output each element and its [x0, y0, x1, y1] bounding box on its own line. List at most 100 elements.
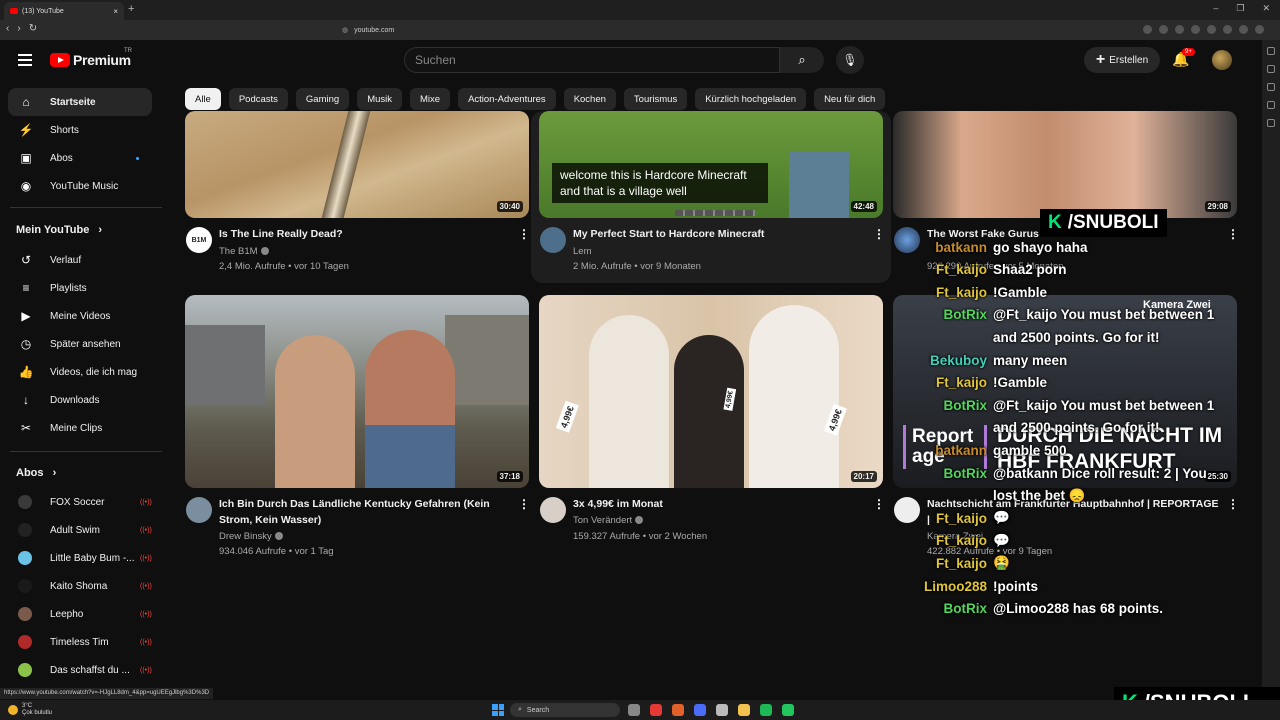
- channel-avatar[interactable]: [186, 497, 212, 523]
- more-options-icon[interactable]: ⋮: [518, 497, 530, 511]
- video-title[interactable]: My Perfect Start to Hardcore Minecraft: [573, 226, 863, 242]
- extension-icon[interactable]: [1239, 25, 1248, 34]
- maximize-button[interactable]: ❐: [1236, 3, 1244, 14]
- youtube-premium-logo[interactable]: Premium TR: [50, 48, 132, 68]
- taskbar-app-icon[interactable]: [628, 704, 640, 716]
- sidebar-item-playlists[interactable]: ≡ Playlists: [8, 274, 152, 302]
- back-button[interactable]: ‹: [6, 23, 9, 34]
- minimize-button[interactable]: –: [1213, 3, 1218, 14]
- extension-icon[interactable]: [1223, 25, 1232, 34]
- taskbar-app-icon[interactable]: [738, 704, 750, 716]
- taskbar-app-icon[interactable]: [694, 704, 706, 716]
- sidebar-item-my-videos[interactable]: ▶ Meine Videos: [8, 302, 152, 330]
- sidebar-item-music[interactable]: ◉ YouTube Music: [8, 172, 152, 200]
- sidebar-subscription-item[interactable]: FOX Soccer ((•)): [8, 488, 152, 516]
- sidebar-subscription-item[interactable]: Little Baby Bum -... ((•)): [8, 544, 152, 572]
- video-thumbnail[interactable]: 30:40: [185, 111, 529, 218]
- reload-button[interactable]: ↻: [29, 23, 37, 34]
- taskbar-search[interactable]: ⌕ Search: [510, 703, 620, 717]
- side-panel-icon[interactable]: [1267, 101, 1275, 109]
- video-thumbnail[interactable]: 4,99€ 4,99€ 4,99€ 20:17: [539, 295, 883, 488]
- sidebar-item-home[interactable]: ⌂ Startseite: [8, 88, 152, 116]
- channel-avatar[interactable]: [540, 227, 566, 253]
- video-thumbnail[interactable]: 29:08: [893, 111, 1237, 218]
- tab-close-icon[interactable]: ×: [113, 7, 118, 16]
- more-options-icon[interactable]: ⋮: [873, 227, 885, 241]
- channel-avatar[interactable]: [540, 497, 566, 523]
- filter-chip[interactable]: Musik: [357, 88, 402, 110]
- more-options-icon[interactable]: ⋮: [1227, 497, 1239, 511]
- extension-icon[interactable]: [1255, 25, 1264, 34]
- more-options-icon[interactable]: ⋮: [873, 497, 885, 511]
- forward-button[interactable]: ›: [17, 23, 20, 34]
- sidebar-item-clips[interactable]: ✂ Meine Clips: [8, 414, 152, 442]
- taskbar-app-icon[interactable]: [760, 704, 772, 716]
- extension-icon[interactable]: [1207, 25, 1216, 34]
- sidebar-item-subscriptions[interactable]: ▣ Abos: [8, 144, 152, 172]
- new-tab-button[interactable]: +: [128, 3, 134, 15]
- close-window-button[interactable]: ✕: [1262, 3, 1270, 14]
- sidebar-subscription-item[interactable]: Timeless Tim ((•)): [8, 628, 152, 656]
- more-options-icon[interactable]: ⋮: [518, 227, 530, 241]
- filter-chip[interactable]: Alle: [185, 88, 221, 110]
- filter-chip[interactable]: Kürzlich hochgeladen: [695, 88, 807, 110]
- taskbar-app-icon[interactable]: [672, 704, 684, 716]
- filter-chip[interactable]: Tourismus: [623, 88, 688, 110]
- side-panel-icon[interactable]: [1267, 119, 1275, 127]
- subscriptions-section-heading[interactable]: Abos ›: [16, 467, 56, 479]
- video-thumbnail[interactable]: 37:18: [185, 295, 529, 488]
- extension-icon[interactable]: [1159, 25, 1168, 34]
- taskbar-app-icon[interactable]: [650, 704, 662, 716]
- chat-username: Ft_kaijo: [935, 555, 987, 571]
- subscriptions-icon: ▣: [20, 151, 32, 165]
- video-title[interactable]: 3x 4,99€ im Monat: [573, 496, 863, 512]
- channel-name[interactable]: Lem: [573, 246, 591, 257]
- filter-chip[interactable]: Kochen: [563, 88, 616, 110]
- filter-chip[interactable]: Gaming: [295, 88, 350, 110]
- sidebar-item-shorts[interactable]: ⚡ Shorts: [8, 116, 152, 144]
- search-input[interactable]: Suchen: [404, 47, 780, 73]
- browser-tab[interactable]: (13) YouTube ×: [4, 2, 124, 20]
- extension-icon[interactable]: [1175, 25, 1184, 34]
- sidebar-item-liked-videos[interactable]: 👍 Videos, die ich mag: [8, 358, 152, 386]
- filter-chip[interactable]: Podcasts: [228, 88, 288, 110]
- you-section-heading[interactable]: Mein YouTube ›: [16, 224, 102, 236]
- extension-icon[interactable]: [1191, 25, 1200, 34]
- sidebar-subscription-item[interactable]: Das schaffst du ... ((•)): [8, 656, 152, 684]
- windows-taskbar: 3°C Çok bulutlu ⌕ Search: [0, 700, 1280, 720]
- video-title[interactable]: Ich Bin Durch Das Ländliche Kentucky Gef…: [219, 496, 515, 528]
- site-info-icon[interactable]: ◍: [342, 26, 348, 34]
- video-title[interactable]: Is The Line Really Dead?: [219, 226, 509, 242]
- menu-icon[interactable]: [18, 54, 32, 66]
- side-panel-icon[interactable]: [1267, 83, 1275, 91]
- filter-chip[interactable]: Mixe: [410, 88, 451, 110]
- filter-chip[interactable]: Neu für dich: [814, 88, 886, 110]
- channel-name[interactable]: The B1M: [219, 246, 269, 257]
- voice-search-button[interactable]: 🎙: [836, 46, 864, 74]
- sidebar-item-history[interactable]: ↺ Verlauf: [8, 246, 152, 274]
- you-heading-label: Mein YouTube: [16, 224, 90, 236]
- account-avatar[interactable]: [1212, 50, 1232, 70]
- verified-icon: [274, 532, 283, 541]
- sidebar: ⌂ Startseite ⚡ Shorts ▣ Abos ◉ YouTube M…: [0, 80, 168, 690]
- taskbar-app-icon[interactable]: [716, 704, 728, 716]
- create-button[interactable]: + Erstellen: [1084, 47, 1160, 73]
- sidebar-item-watch-later[interactable]: ◷ Später ansehen: [8, 330, 152, 358]
- sidebar-subscription-item[interactable]: Kaito Shoma ((•)): [8, 572, 152, 600]
- sidebar-subscription-item[interactable]: Leepho ((•)): [8, 600, 152, 628]
- filter-chip[interactable]: Action-Adventures: [458, 88, 556, 110]
- extension-icon[interactable]: [1143, 25, 1152, 34]
- sidebar-item-downloads[interactable]: ↓ Downloads: [8, 386, 152, 414]
- more-options-icon[interactable]: ⋮: [1227, 227, 1239, 241]
- weather-widget[interactable]: 3°C Çok bulutlu: [8, 703, 52, 717]
- channel-name[interactable]: Ton Verändert: [573, 515, 644, 526]
- url-field[interactable]: ◍ youtube.com: [330, 22, 880, 38]
- side-panel-icon[interactable]: [1267, 47, 1275, 55]
- windows-start-icon[interactable]: [492, 704, 504, 716]
- sidebar-subscription-item[interactable]: Adult Swim ((•)): [8, 516, 152, 544]
- side-panel-icon[interactable]: [1267, 65, 1275, 73]
- taskbar-app-icon[interactable]: [782, 704, 794, 716]
- channel-avatar[interactable]: B1M: [186, 227, 212, 253]
- search-button[interactable]: ⌕: [780, 47, 824, 73]
- channel-name[interactable]: Drew Binsky: [219, 531, 283, 542]
